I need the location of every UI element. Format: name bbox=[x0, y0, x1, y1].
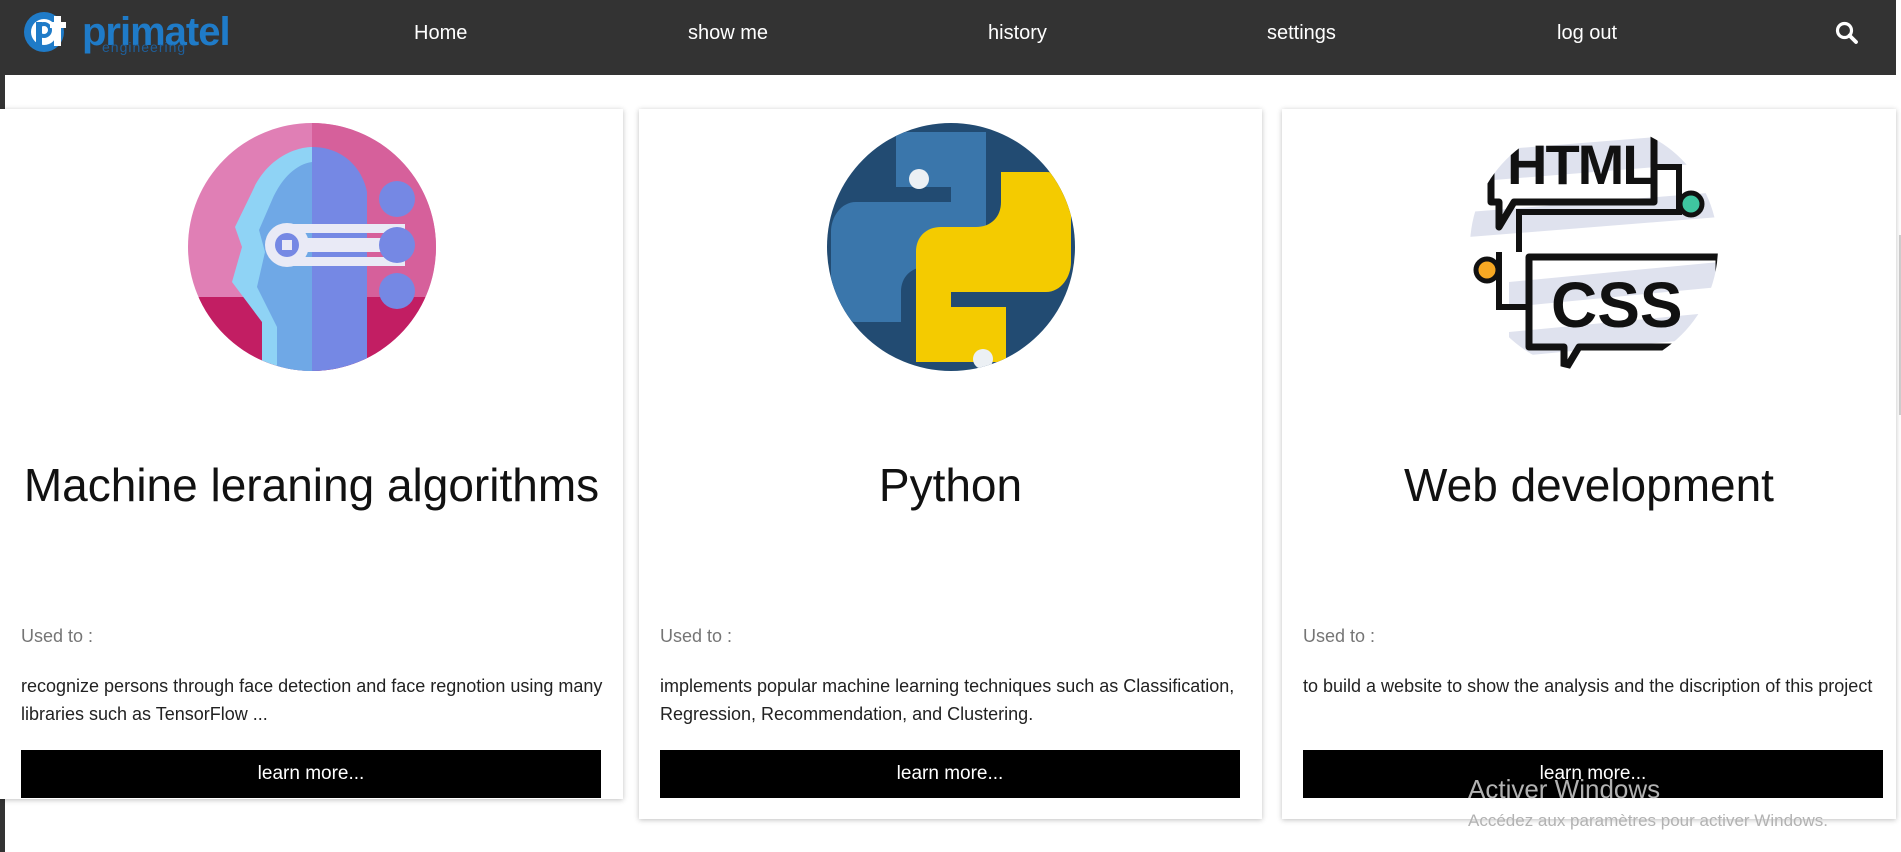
card-python: Python Used to : implements popular mach… bbox=[639, 109, 1262, 819]
used-to-label: Used to : bbox=[1303, 626, 1376, 646]
card-machine-learning: Machine leraning algorithms Used to : re… bbox=[0, 109, 623, 799]
card-title: Machine leraning algorithms bbox=[23, 459, 600, 511]
svg-text:CSS: CSS bbox=[1551, 269, 1683, 341]
html-css-icon: HTML CSS bbox=[1470, 123, 1718, 371]
watermark-subtitle: Accédez aux paramètres pour activer Wind… bbox=[1468, 811, 1828, 830]
card-title: Python bbox=[878, 459, 1023, 511]
used-to-label: Used to : bbox=[21, 626, 94, 646]
nav-history[interactable]: history bbox=[988, 0, 1047, 67]
learn-more-button[interactable]: learn more... bbox=[660, 750, 1240, 798]
nav-settings[interactable]: settings bbox=[1267, 0, 1336, 67]
search-button[interactable] bbox=[1834, 20, 1860, 46]
search-icon bbox=[1835, 21, 1858, 44]
nav-show-me[interactable]: show me bbox=[688, 0, 768, 67]
watermark-title: Activer Windows bbox=[1468, 774, 1661, 804]
ai-head-icon bbox=[188, 123, 436, 371]
page-right-gutter bbox=[1896, 0, 1901, 852]
used-to-label: Used to : bbox=[660, 626, 733, 646]
card-description: to build a website to show the analysis … bbox=[1303, 676, 1873, 696]
windows-activation-watermark: Activer Windows Accédez aux paramètres p… bbox=[1468, 774, 1828, 832]
card-web-development: HTML CSS Web development Used to : to bu… bbox=[1282, 109, 1896, 819]
svg-text:HTML: HTML bbox=[1507, 133, 1655, 196]
card-description: recognize persons through face detection… bbox=[21, 676, 603, 724]
nav-home[interactable]: Home bbox=[414, 0, 467, 67]
nav-log-out[interactable]: log out bbox=[1557, 0, 1617, 67]
learn-more-button[interactable]: learn more... bbox=[21, 750, 601, 798]
card-title: Web development bbox=[1404, 459, 1774, 511]
logo-subtext: engineering bbox=[102, 39, 187, 55]
pt-logo-icon bbox=[24, 12, 66, 52]
python-logo-icon bbox=[827, 123, 1075, 371]
brand-logo[interactable]: primatel engineering bbox=[22, 10, 231, 58]
top-navbar: primatel engineering Home show me histor… bbox=[0, 0, 1896, 75]
card-description: implements popular machine learning tech… bbox=[660, 676, 1235, 724]
